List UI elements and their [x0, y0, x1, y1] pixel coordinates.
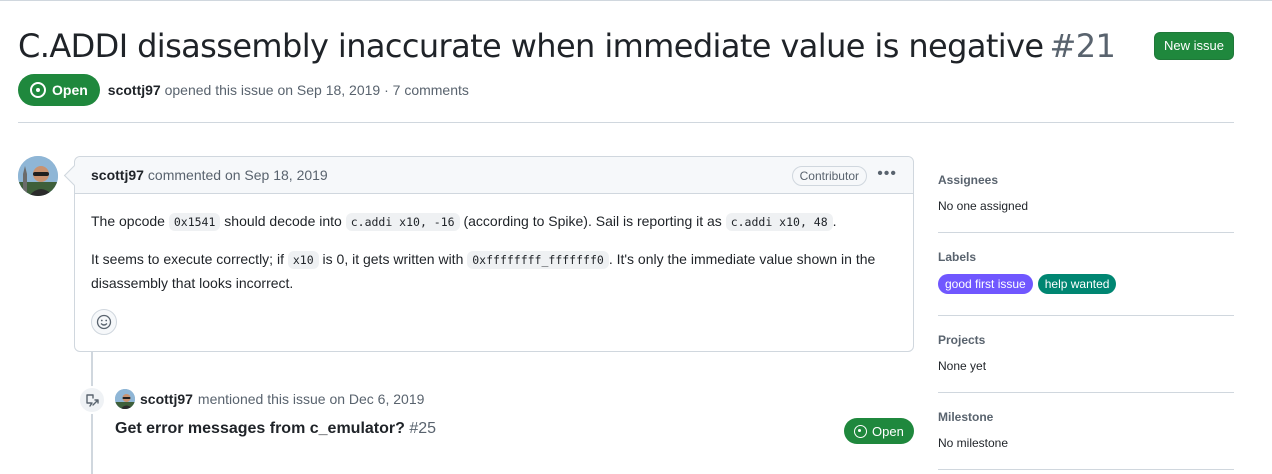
referenced-issue-state-badge: Open — [844, 418, 914, 444]
event-text: mentioned this issue on Dec 6, 2019 — [197, 391, 425, 407]
projects-heading[interactable]: Projects — [938, 333, 986, 347]
labels-list: good first issue help wanted — [938, 274, 1117, 294]
comment-box: scottj97 commented on Sep 18, 2019 Contr… — [74, 156, 914, 352]
labels-heading[interactable]: Labels — [938, 250, 1116, 264]
referenced-issue-title[interactable]: Get error messages from c_emulator? — [115, 420, 405, 437]
issue-opened-text: opened this issue on Sep 18, 2019 · 7 co… — [164, 82, 469, 98]
sidebar-assignees: Assignees No one assigned — [938, 173, 1028, 213]
issue-opened-icon — [854, 424, 867, 438]
sidebar-projects: Projects None yet — [938, 333, 986, 373]
sidebar-divider — [938, 469, 1234, 470]
new-issue-button[interactable]: New issue — [1154, 32, 1234, 60]
milestone-heading[interactable]: Milestone — [938, 410, 1008, 424]
comment-text: . — [832, 213, 837, 229]
sidebar-divider — [938, 392, 1234, 393]
comment-timestamp[interactable]: commented on Sep 18, 2019 — [148, 167, 328, 183]
avatar[interactable] — [115, 389, 135, 409]
projects-value: None yet — [938, 359, 987, 373]
comment-header: scottj97 commented on Sep 18, 2019 Contr… — [75, 157, 913, 194]
assignees-heading[interactable]: Assignees — [938, 173, 1028, 187]
cross-reference-icon — [78, 386, 106, 414]
sidebar-divider — [938, 232, 1234, 233]
issue-title-text: C.ADDI disassembly inaccurate when immed… — [18, 27, 1044, 65]
add-reaction-button[interactable] — [91, 309, 117, 335]
inline-code: c.addi x10, -16 — [345, 213, 460, 231]
inline-code: 0xffffffff_fffffff0 — [467, 251, 609, 269]
avatar[interactable] — [18, 156, 58, 196]
issue-title: C.ADDI disassembly inaccurate when immed… — [18, 26, 1234, 66]
issue-opened-icon — [30, 82, 46, 98]
issue-header: C.ADDI disassembly inaccurate when immed… — [18, 26, 1234, 70]
comment-text: It seems to execute correctly; if — [91, 251, 288, 267]
comment-text: The opcode — [91, 213, 169, 229]
referenced-issue-number[interactable]: #25 — [409, 420, 436, 437]
comment-text: (according to Spike). Sail is reporting … — [459, 213, 726, 229]
assignees-value: No one assigned — [938, 199, 1029, 213]
issue-state-label: Open — [52, 82, 88, 98]
label-help-wanted[interactable]: help wanted — [1037, 274, 1117, 294]
issue-meta: Open scottj97 opened this issue on Sep 1… — [18, 74, 469, 106]
issue-number: #21 — [1049, 27, 1116, 65]
referenced-issue-state-label: Open — [872, 423, 904, 439]
contributor-badge: Contributor — [791, 166, 867, 186]
smiley-icon — [96, 314, 112, 330]
issue-meta-text: scottj97 opened this issue on Sep 18, 20… — [108, 82, 469, 98]
referenced-issue-link[interactable]: Get error messages from c_emulator? #25 — [115, 420, 436, 438]
sidebar-milestone: Milestone No milestone — [938, 410, 1008, 450]
comment-paragraph-1: The opcode 0x1541 should decode into c.a… — [91, 210, 897, 234]
kebab-menu-icon[interactable]: ••• — [877, 165, 897, 183]
issue-author-link[interactable]: scottj97 — [108, 82, 161, 98]
sidebar-labels: Labels good first issue help wanted — [938, 250, 1117, 294]
header-divider — [18, 122, 1234, 123]
timeline-event: scottj97 mentioned this issue on Dec 6, … — [115, 388, 424, 410]
milestone-value: No milestone — [938, 436, 1009, 450]
issue-state-badge: Open — [18, 74, 100, 106]
top-border — [0, 0, 1272, 1]
inline-code: c.addi x10, 48 — [725, 213, 833, 231]
label-good-first-issue[interactable]: good first issue — [938, 274, 1033, 294]
event-author-link[interactable]: scottj97 — [140, 391, 193, 407]
comment-text: should decode into — [220, 213, 346, 229]
comment-body: The opcode 0x1541 should decode into c.a… — [75, 194, 913, 295]
comment-text: is 0, it gets written with — [318, 251, 468, 267]
inline-code: x10 — [287, 251, 319, 269]
comment-paragraph-2: It seems to execute correctly; if x10 is… — [91, 248, 897, 295]
sidebar-divider — [938, 315, 1234, 316]
comment-author-link[interactable]: scottj97 — [91, 167, 144, 183]
inline-code: 0x1541 — [168, 213, 221, 231]
